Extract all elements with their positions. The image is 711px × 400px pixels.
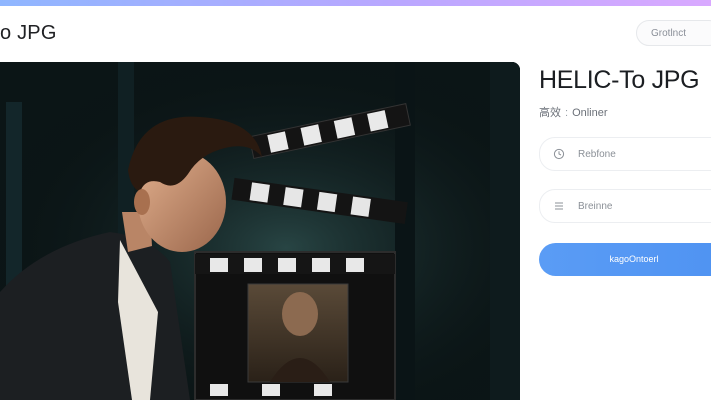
film-scene-illustration <box>0 62 520 400</box>
second-input-field[interactable]: Breinne <box>539 189 711 223</box>
first-input-field[interactable]: Rebfone <box>539 137 711 171</box>
first-field-value: Rebfone <box>578 149 616 160</box>
clock-icon <box>553 148 565 160</box>
hero-image <box>0 62 520 400</box>
top-right-button[interactable]: Grotlnct <box>636 20 711 46</box>
top-gradient-bar <box>0 0 711 6</box>
convert-button[interactable]: kagoOntoerl <box>539 243 711 276</box>
second-field-value: Breinne <box>578 201 613 212</box>
panel-subtitle: 高效: Onliner <box>539 104 608 120</box>
panel-title: HELIC-To JPG <box>539 66 700 94</box>
subtitle-separator: : <box>565 107 569 119</box>
app-title: o JPG <box>0 22 57 44</box>
list-icon <box>555 202 563 210</box>
subtitle-suffix: Onliner <box>572 107 608 119</box>
subtitle-prefix: 高效 <box>539 107 561 119</box>
